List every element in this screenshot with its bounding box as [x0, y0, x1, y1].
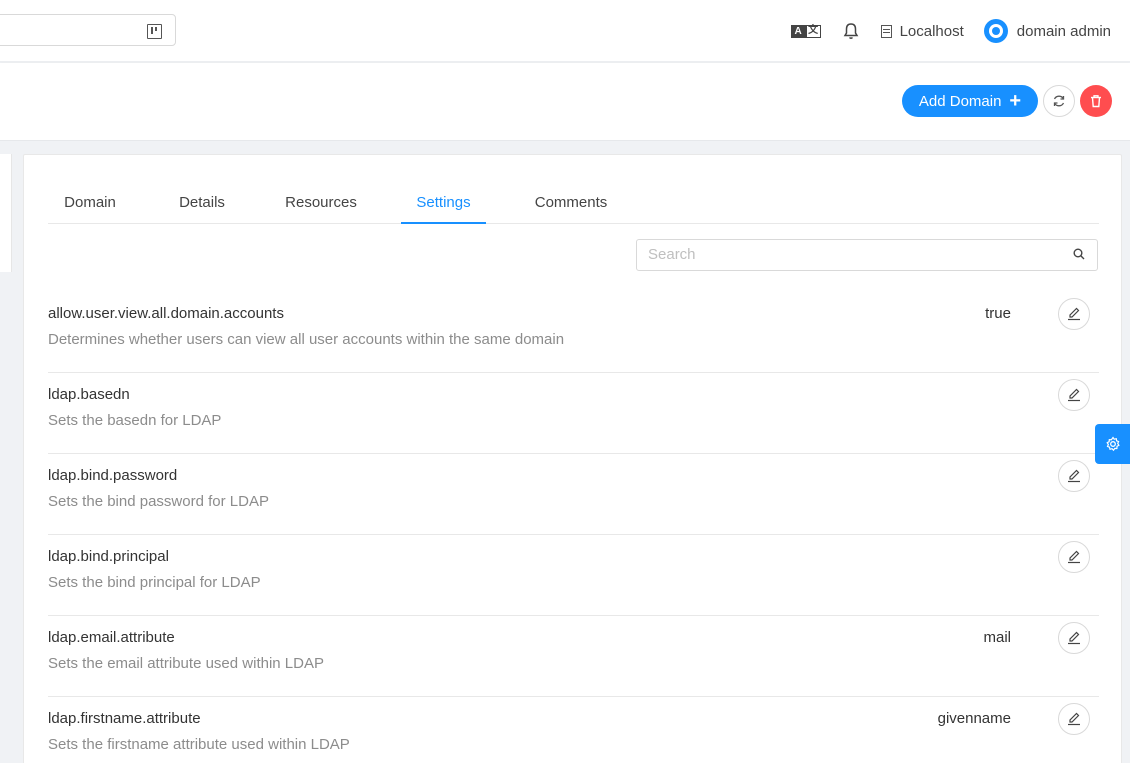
edit-setting-button[interactable]	[1058, 622, 1090, 654]
edit-icon	[1068, 388, 1080, 402]
setting-name: ldap.firstname.attribute	[48, 710, 201, 727]
setting-row: ldap.bind.principal Sets the bind princi…	[48, 535, 1099, 616]
setting-name: ldap.bind.principal	[48, 548, 169, 565]
setting-description: Sets the firstname attribute used within…	[48, 736, 350, 753]
edit-icon	[1068, 469, 1080, 483]
delete-button[interactable]	[1080, 85, 1112, 117]
search-icon[interactable]	[1073, 248, 1085, 260]
edit-setting-button[interactable]	[1058, 298, 1090, 330]
settings-drawer-button[interactable]	[1095, 424, 1130, 464]
refresh-button[interactable]	[1043, 85, 1075, 117]
setting-value: mail	[983, 629, 1011, 646]
setting-description: Sets the bind principal for LDAP	[48, 574, 261, 591]
edit-icon	[1068, 307, 1080, 321]
setting-value: givenname	[937, 710, 1011, 727]
setting-value: true	[985, 305, 1011, 322]
project-icon	[880, 24, 892, 38]
tab-comments[interactable]: Comments	[522, 185, 620, 224]
project-name: Localhost	[899, 22, 964, 40]
search-placeholder: Search	[648, 246, 696, 263]
setting-row: ldap.bind.password Sets the bind passwor…	[48, 454, 1099, 535]
edit-setting-button[interactable]	[1058, 541, 1090, 573]
setting-row: ldap.basedn Sets the basedn for LDAP	[48, 373, 1099, 454]
tab-domain[interactable]: Domain	[48, 185, 132, 224]
edit-setting-button[interactable]	[1058, 379, 1090, 411]
setting-row: ldap.firstname.attribute Sets the firstn…	[48, 697, 1099, 763]
filter-icon[interactable]	[147, 24, 162, 39]
plus-icon: +	[1009, 90, 1022, 112]
tab-settings[interactable]: Settings	[401, 185, 486, 224]
user-name: domain admin	[1016, 22, 1111, 40]
setting-description: Determines whether users can view all us…	[48, 331, 565, 348]
edit-icon	[1068, 712, 1080, 726]
setting-description: Sets the bind password for LDAP	[48, 493, 269, 510]
gear-icon	[1105, 436, 1120, 452]
sync-icon	[1053, 95, 1065, 107]
settings-search-input[interactable]: Search	[636, 239, 1098, 271]
setting-name: ldap.email.attribute	[48, 629, 175, 646]
bell-icon[interactable]	[843, 22, 859, 40]
user-avatar-icon	[983, 19, 1008, 43]
setting-name: allow.user.view.all.domain.accounts	[48, 305, 284, 322]
tab-resources[interactable]: Resources	[272, 185, 370, 224]
setting-description: Sets the email attribute used within LDA…	[48, 655, 324, 672]
setting-name: ldap.basedn	[48, 386, 130, 403]
setting-row: ldap.email.attribute Sets the email attr…	[48, 616, 1099, 697]
setting-description: Sets the basedn for LDAP	[48, 412, 222, 429]
left-info-panel	[0, 154, 12, 272]
setting-row: allow.user.view.all.domain.accounts Dete…	[48, 292, 1099, 373]
edit-setting-button[interactable]	[1058, 703, 1090, 735]
page-header: Add Domain +	[0, 63, 1130, 141]
tab-bar: Domain Details Resources Settings Commen…	[48, 185, 1099, 224]
edit-setting-button[interactable]	[1058, 460, 1090, 492]
top-header: A文 Localhost domain admin	[0, 0, 1130, 62]
domain-detail-card: Domain Details Resources Settings Commen…	[23, 154, 1122, 763]
translate-icon[interactable]: A文	[790, 24, 821, 38]
global-search-input[interactable]	[0, 14, 176, 46]
edit-icon	[1068, 550, 1080, 564]
tab-details[interactable]: Details	[168, 185, 236, 224]
add-domain-label: Add Domain	[918, 92, 1002, 110]
trash-icon	[1091, 95, 1101, 108]
user-menu[interactable]: domain admin	[983, 19, 1111, 43]
setting-name: ldap.bind.password	[48, 467, 178, 484]
project-selector[interactable]: Localhost	[880, 22, 964, 40]
edit-icon	[1068, 631, 1080, 645]
add-domain-button[interactable]: Add Domain +	[902, 85, 1038, 117]
header-right: A文 Localhost domain admin	[790, 0, 1111, 62]
